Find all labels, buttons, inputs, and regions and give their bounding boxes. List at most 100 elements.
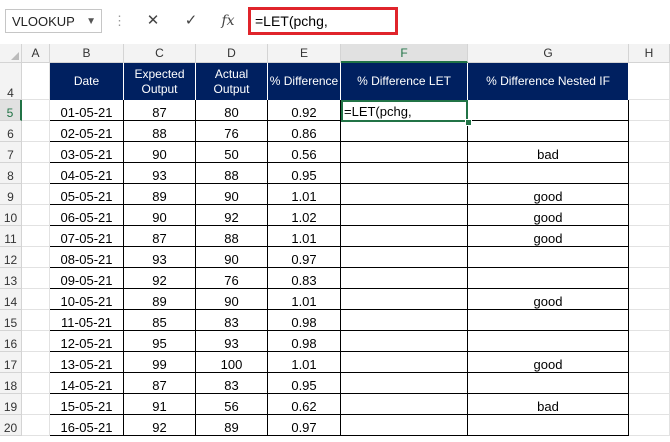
table-cell-f17[interactable] [341,352,468,373]
table-cell-d18[interactable]: 83 [196,373,268,394]
table-cell-g18[interactable] [468,373,629,394]
table-cell-g6[interactable] [468,121,629,142]
table-row-cell-h[interactable] [629,163,670,184]
table-row-cell-a[interactable] [22,310,50,331]
table-cell-c15[interactable]: 85 [124,310,196,331]
table-cell-c7[interactable]: 90 [124,142,196,163]
table-cell-b12[interactable]: 08-05-21 [50,247,124,268]
table-header-expected[interactable]: Expected Output [124,63,196,100]
name-box[interactable]: VLOOKUP ▼ [5,9,102,33]
row-header-12[interactable]: 12 [0,247,22,268]
column-header-h[interactable]: H [629,44,670,63]
select-all-corner[interactable] [0,44,22,63]
table-cell-f18[interactable] [341,373,468,394]
table-row-cell-h[interactable] [629,310,670,331]
table-cell-g7[interactable]: bad [468,142,629,163]
table-cell-d6[interactable]: 76 [196,121,268,142]
table-cell-e5[interactable]: 0.92 [268,100,341,121]
cell-a4[interactable] [22,63,50,100]
table-row-cell-h[interactable] [629,247,670,268]
table-cell-d5[interactable]: 80 [196,100,268,121]
table-cell-g17[interactable]: good [468,352,629,373]
table-cell-e19[interactable]: 0.62 [268,394,341,415]
row-header-10[interactable]: 10 [0,205,22,226]
table-cell-f16[interactable] [341,331,468,352]
table-row-cell-a[interactable] [22,247,50,268]
table-cell-e14[interactable]: 1.01 [268,289,341,310]
table-row-cell-a[interactable] [22,226,50,247]
table-cell-c17[interactable]: 99 [124,352,196,373]
table-row-cell-a[interactable] [22,205,50,226]
table-row-cell-a[interactable] [22,100,50,121]
table-cell-g8[interactable] [468,163,629,184]
cancel-icon[interactable]: ✕ [140,9,166,33]
table-cell-c20[interactable]: 92 [124,415,196,436]
table-row-cell-a[interactable] [22,415,50,436]
table-cell-d19[interactable]: 56 [196,394,268,415]
table-cell-f9[interactable] [341,184,468,205]
row-header-6[interactable]: 6 [0,121,22,142]
drag-handle-icon[interactable]: ⋮ [113,13,126,29]
table-cell-e12[interactable]: 0.97 [268,247,341,268]
row-header-14[interactable]: 14 [0,289,22,310]
table-header-date[interactable]: Date [50,63,124,100]
table-cell-c18[interactable]: 87 [124,373,196,394]
row-header-19[interactable]: 19 [0,394,22,415]
table-cell-e16[interactable]: 0.98 [268,331,341,352]
enter-icon[interactable]: ✓ [178,9,204,33]
column-header-a[interactable]: A [22,44,50,63]
table-cell-b13[interactable]: 09-05-21 [50,268,124,289]
table-cell-c13[interactable]: 92 [124,268,196,289]
column-header-f[interactable]: F [341,44,468,63]
table-cell-g16[interactable] [468,331,629,352]
table-cell-e18[interactable]: 0.95 [268,373,341,394]
table-cell-c11[interactable]: 87 [124,226,196,247]
table-row-cell-h[interactable] [629,100,670,121]
table-cell-e10[interactable]: 1.02 [268,205,341,226]
table-cell-d11[interactable]: 88 [196,226,268,247]
table-row-cell-h[interactable] [629,352,670,373]
table-cell-g10[interactable]: good [468,205,629,226]
table-row-cell-a[interactable] [22,352,50,373]
table-cell-b7[interactable]: 03-05-21 [50,142,124,163]
table-cell-d15[interactable]: 83 [196,310,268,331]
row-header-11[interactable]: 11 [0,226,22,247]
table-cell-d8[interactable]: 88 [196,163,268,184]
chevron-down-icon[interactable]: ▼ [86,16,96,27]
table-cell-b6[interactable]: 02-05-21 [50,121,124,142]
table-row-cell-h[interactable] [629,373,670,394]
table-cell-d14[interactable]: 90 [196,289,268,310]
table-cell-d16[interactable]: 93 [196,331,268,352]
table-cell-c6[interactable]: 88 [124,121,196,142]
table-cell-d13[interactable]: 76 [196,268,268,289]
table-row-cell-h[interactable] [629,184,670,205]
table-cell-f15[interactable] [341,310,468,331]
table-cell-b17[interactable]: 13-05-21 [50,352,124,373]
table-cell-e7[interactable]: 0.56 [268,142,341,163]
row-header-17[interactable]: 17 [0,352,22,373]
table-cell-g5[interactable] [468,100,629,121]
table-cell-b10[interactable]: 06-05-21 [50,205,124,226]
table-row-cell-h[interactable] [629,226,670,247]
table-cell-f10[interactable] [341,205,468,226]
table-row-cell-a[interactable] [22,394,50,415]
table-cell-b11[interactable]: 07-05-21 [50,226,124,247]
row-header-16[interactable]: 16 [0,331,22,352]
cell-h4[interactable] [629,63,670,100]
column-header-e[interactable]: E [268,44,341,63]
table-cell-e6[interactable]: 0.86 [268,121,341,142]
table-row-cell-a[interactable] [22,121,50,142]
table-cell-b8[interactable]: 04-05-21 [50,163,124,184]
table-cell-c8[interactable]: 93 [124,163,196,184]
row-header-9[interactable]: 9 [0,184,22,205]
table-cell-f8[interactable] [341,163,468,184]
column-header-c[interactable]: C [124,44,196,63]
table-cell-b5[interactable]: 01-05-21 [50,100,124,121]
table-cell-c14[interactable]: 89 [124,289,196,310]
table-row-cell-h[interactable] [629,142,670,163]
table-cell-f12[interactable] [341,247,468,268]
table-cell-e8[interactable]: 0.95 [268,163,341,184]
table-cell-g14[interactable]: good [468,289,629,310]
column-header-b[interactable]: B [50,44,124,63]
row-header-8[interactable]: 8 [0,163,22,184]
